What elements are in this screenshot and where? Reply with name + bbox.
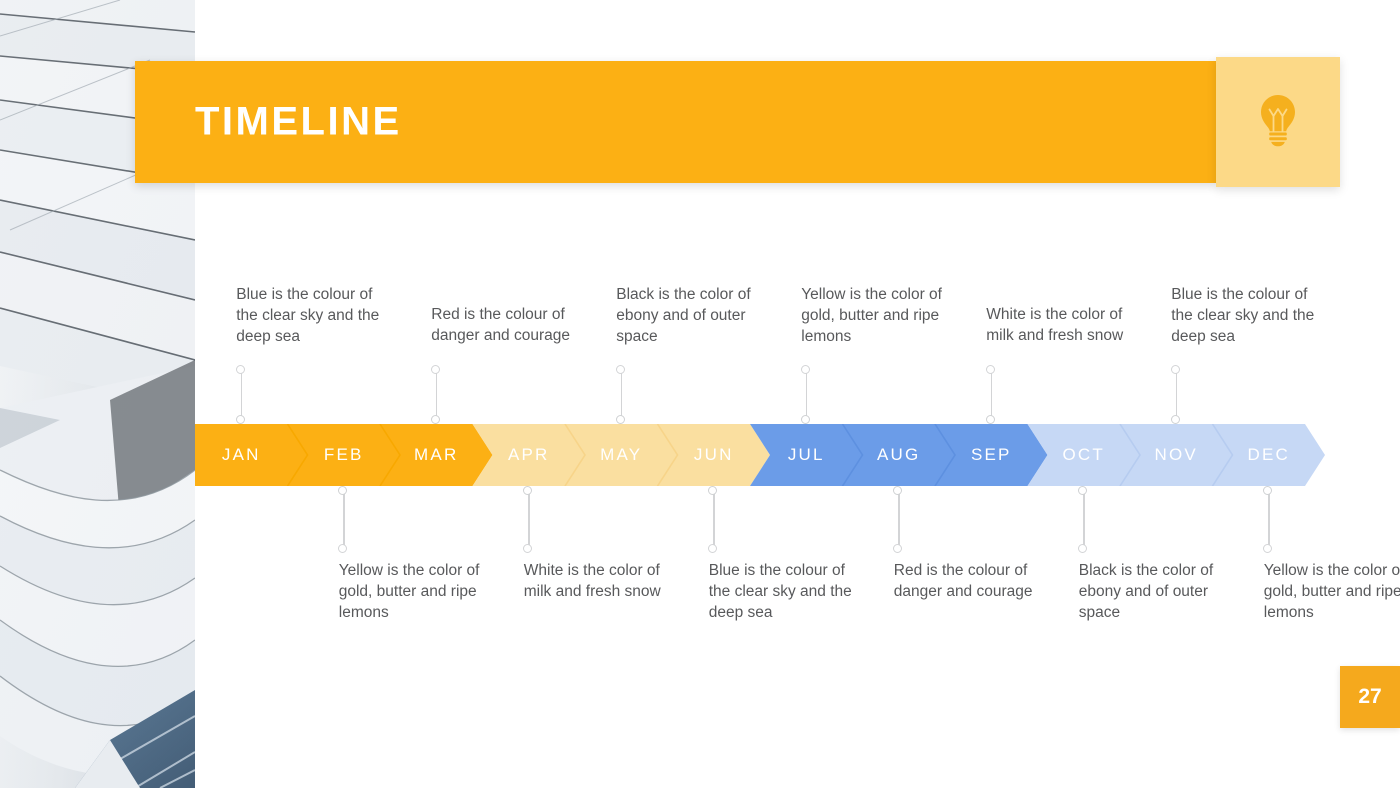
- connector-stem: [343, 491, 345, 548]
- connector-dot-bar-end: [1170, 415, 1180, 424]
- connector-dot-bar-end: [893, 486, 903, 495]
- connector-line-below: [1078, 486, 1089, 553]
- connector-dot-bar-end: [1263, 486, 1273, 495]
- timeline-segment-jan[interactable]: [195, 424, 308, 486]
- connector-dot-text-end: [893, 544, 903, 553]
- page-title: TIMELINE: [195, 99, 402, 144]
- connector-dot-text-end: [235, 365, 245, 374]
- connector-stem: [713, 491, 715, 548]
- connector-line-above: [985, 365, 997, 424]
- connector-dot-text-end: [800, 365, 810, 374]
- connector-line-below: [708, 486, 719, 553]
- connector-line-below: [338, 486, 349, 553]
- header-title-bar: TIMELINE: [135, 61, 1216, 183]
- caption-below-dec: Yellow is the color of gold, butter and …: [1263, 562, 1400, 621]
- connector-dot-text-end: [1263, 544, 1273, 553]
- connector-dot-bar-end: [235, 415, 245, 424]
- connector-dot-text-end: [430, 365, 440, 374]
- caption-below-oct: Black is the color of ebony and of outer…: [1078, 562, 1214, 621]
- connector-dot-bar-end: [523, 486, 533, 495]
- caption-above-jan: Blue is the colour of the clear sky and …: [236, 286, 380, 345]
- connector-dot-text-end: [338, 544, 348, 553]
- connector-stem: [990, 370, 993, 419]
- connector-stem: [240, 370, 243, 419]
- lightbulb-icon: [1256, 93, 1300, 152]
- connector-line-above: [235, 365, 247, 424]
- connector-dot-bar-end: [1078, 486, 1088, 495]
- connector-dot-text-end: [985, 365, 995, 374]
- caption-below-feb: Yellow is the color of gold, butter and …: [338, 562, 480, 621]
- caption-below-aug: Red is the colour of danger and courage: [893, 562, 1033, 600]
- caption-above-nov: Blue is the colour of the clear sky and …: [1171, 286, 1315, 345]
- connector-dot-text-end: [615, 365, 625, 374]
- connector-dot-bar-end: [800, 415, 810, 424]
- connector-dot-bar-end: [985, 415, 995, 424]
- connector-line-above: [615, 365, 627, 424]
- connector-dot-bar-end: [708, 486, 718, 495]
- caption-below-jun: Blue is the colour of the clear sky and …: [708, 562, 852, 621]
- caption-above-may: Black is the color of ebony and of outer…: [616, 286, 751, 345]
- connector-line-above: [800, 365, 812, 424]
- connector-stem: [1083, 491, 1085, 548]
- header-icon-panel: [1216, 57, 1340, 187]
- connector-line-above: [1170, 365, 1182, 424]
- connector-line-below: [523, 486, 534, 553]
- connector-stem: [1175, 370, 1178, 419]
- connector-stem: [805, 370, 808, 419]
- page-number: 27: [1358, 685, 1382, 708]
- caption-above-jul: Yellow is the color of gold, butter and …: [801, 286, 942, 345]
- page-number-badge: 27: [1340, 666, 1400, 728]
- slide-header: TIMELINE: [135, 57, 1340, 187]
- connector-stem: [528, 491, 530, 548]
- caption-above-sep: White is the color of milk and fresh sno…: [986, 306, 1124, 344]
- connector-dot-bar-end: [430, 415, 440, 424]
- connector-line-below: [893, 486, 904, 553]
- connector-dot-bar-end: [615, 415, 625, 424]
- connector-dot-text-end: [708, 544, 718, 553]
- connector-dot-text-end: [523, 544, 533, 553]
- connector-dot-text-end: [1078, 544, 1088, 553]
- connector-stem: [620, 370, 623, 419]
- connector-stem: [898, 491, 900, 548]
- connector-line-above: [430, 365, 442, 424]
- timeline-bar: JAN FEB MAR APR MAY JUN JUL AUG SEP OCT NOV DEC: [195, 424, 1325, 486]
- connector-stem: [1268, 491, 1270, 548]
- caption-below-apr: White is the color of milk and fresh sno…: [523, 562, 661, 600]
- caption-above-mar: Red is the colour of danger and courage: [431, 306, 571, 344]
- connector-stem: [435, 370, 438, 419]
- connector-line-below: [1263, 486, 1274, 553]
- connector-dot-text-end: [1170, 365, 1180, 374]
- connector-dot-bar-end: [338, 486, 348, 495]
